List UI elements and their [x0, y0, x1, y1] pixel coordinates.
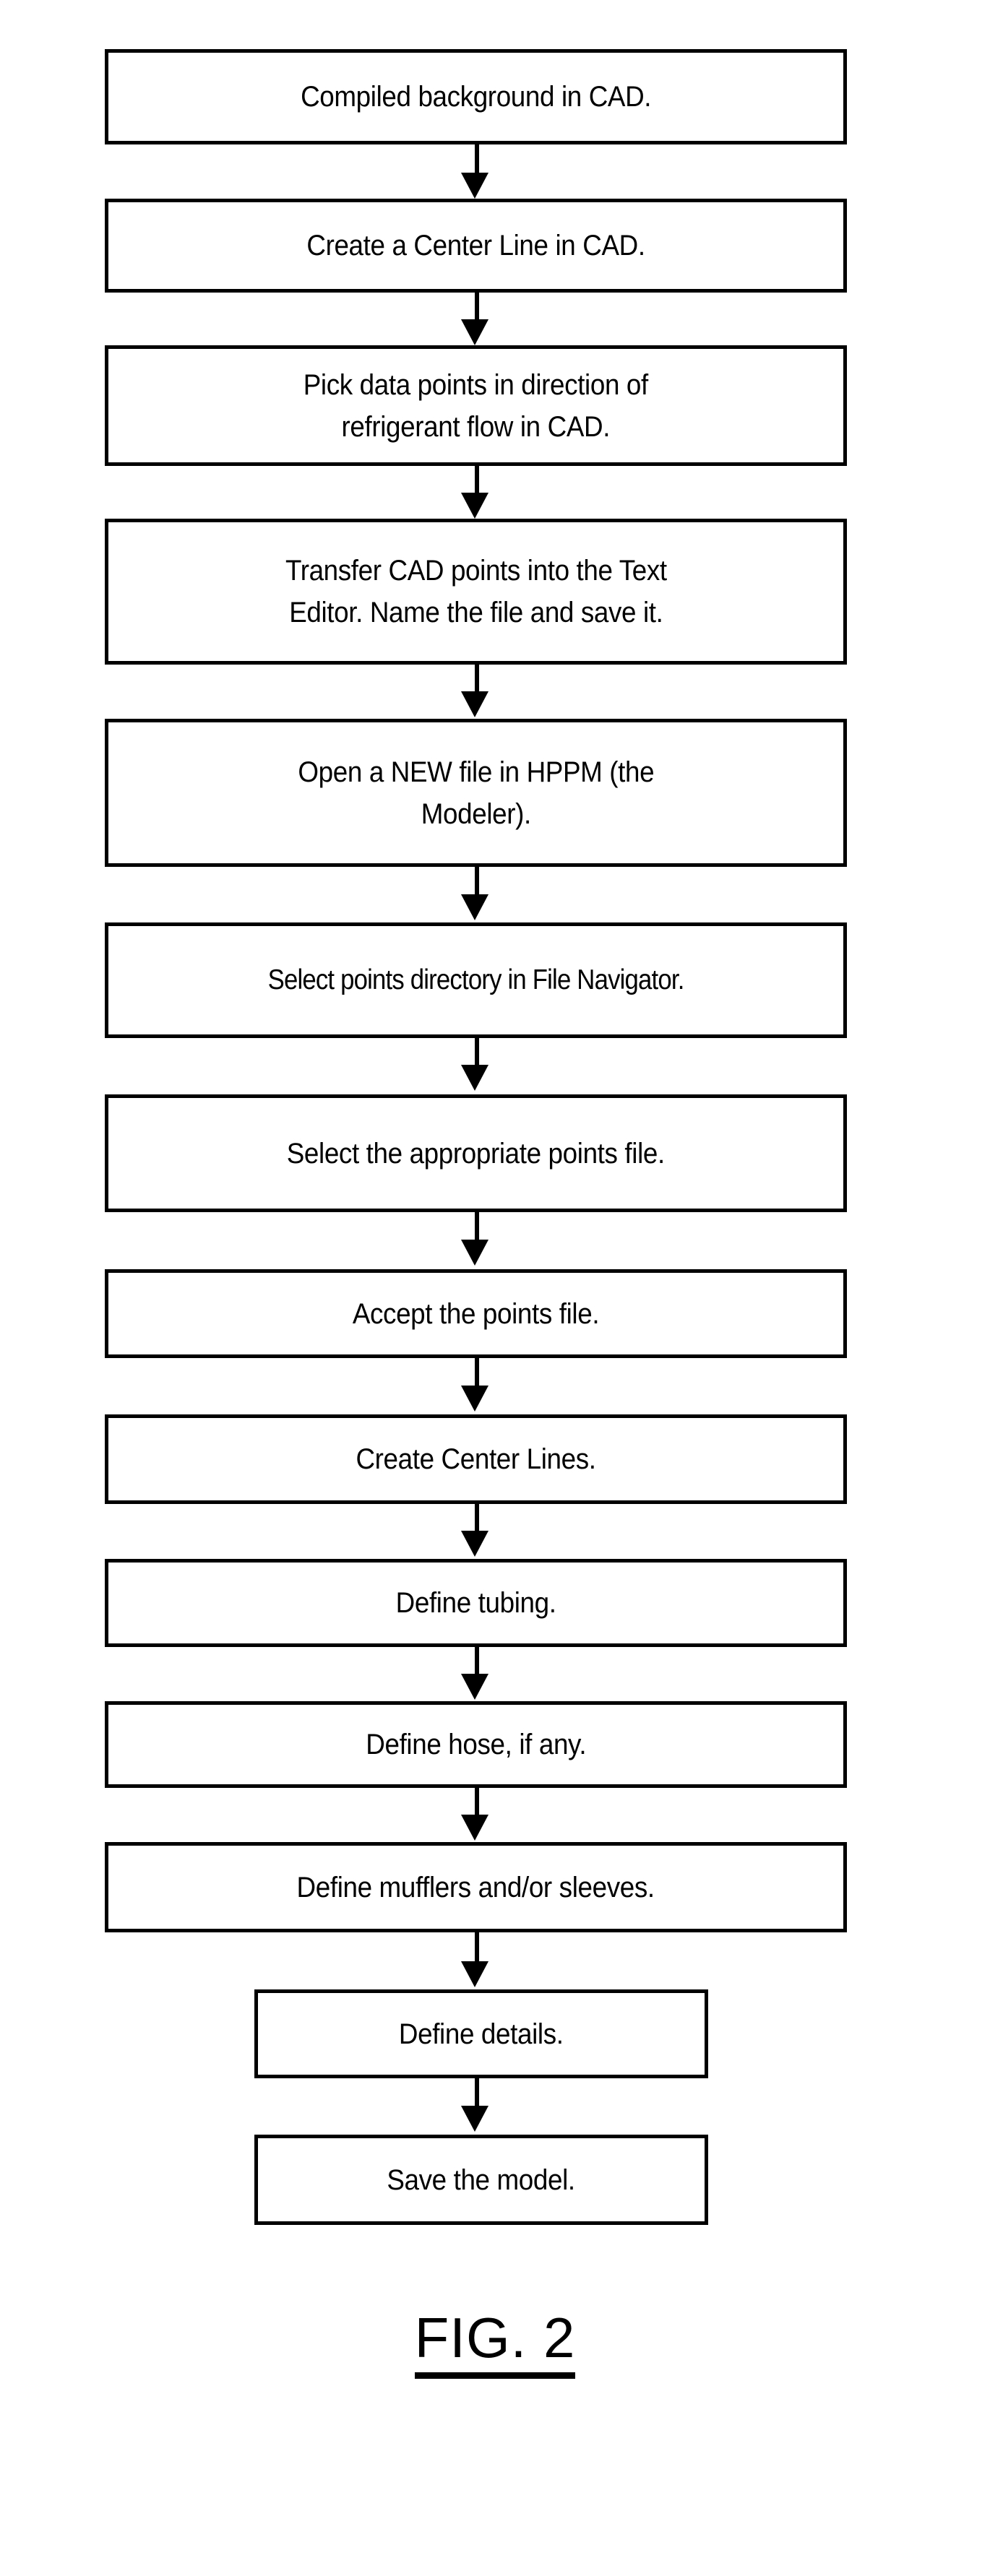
flow-node-step-4: Transfer CAD points into the Text Editor…: [105, 519, 847, 665]
arrowhead-12: [461, 1961, 488, 1987]
arrowhead-7: [461, 1240, 488, 1266]
flow-node-step-11: Define hose, if any.: [105, 1701, 847, 1788]
arrowhead-2: [461, 319, 488, 345]
connector-line-5: [475, 867, 479, 897]
flow-node-step-12: Define mufflers and/or sleeves.: [105, 1842, 847, 1932]
connector-line-6: [475, 1038, 479, 1068]
flow-node-label: Create a Center Line in CAD.: [306, 230, 645, 262]
flow-node-step-1: Compiled background in CAD.: [105, 49, 847, 144]
connector-line-13: [475, 2078, 479, 2109]
flow-node-label: Create Center Lines.: [356, 1443, 596, 1475]
flow-node-label: Define tubing.: [395, 1587, 556, 1619]
arrowhead-11: [461, 1815, 488, 1841]
arrowhead-5: [461, 894, 488, 920]
connector-line-7: [475, 1212, 479, 1242]
arrowhead-6: [461, 1065, 488, 1091]
connector-line-9: [475, 1504, 479, 1534]
flow-node-step-7: Select the appropriate points file.: [105, 1094, 847, 1212]
flow-node-step-9: Create Center Lines.: [105, 1414, 847, 1504]
arrowhead-1: [461, 173, 488, 199]
connector-line-10: [475, 1647, 479, 1677]
figure-sheet: Compiled background in CAD. Create a Cen…: [0, 0, 990, 2576]
flow-node-label: Define mufflers and/or sleeves.: [296, 1871, 655, 1903]
arrowhead-9: [461, 1531, 488, 1557]
flow-node-label: Save the model.: [387, 2164, 576, 2196]
flow-node-label: Open a NEW file in HPPM (the Modeler).: [298, 756, 654, 830]
flow-node-step-14: Save the model.: [254, 2135, 708, 2225]
figure-caption-text: FIG. 2: [414, 2308, 576, 2379]
flow-node-label: Pick data points in direction of refrige…: [303, 368, 649, 443]
flow-node-step-10: Define tubing.: [105, 1559, 847, 1647]
connector-line-3: [475, 466, 479, 496]
flow-node-label: Accept the points file.: [352, 1297, 600, 1330]
flow-node-label: Select the appropriate points file.: [286, 1137, 666, 1170]
connector-line-2: [475, 293, 479, 323]
flow-node-step-8: Accept the points file.: [105, 1269, 847, 1358]
flow-node-step-13: Define details.: [254, 1989, 708, 2078]
connector-line-8: [475, 1358, 479, 1388]
flow-node-label: Define hose, if any.: [366, 1729, 586, 1760]
arrowhead-8: [461, 1386, 488, 1412]
flow-node-step-6: Select points directory in File Navigato…: [105, 922, 847, 1038]
connector-line-11: [475, 1788, 479, 1818]
flow-node-label: Transfer CAD points into the Text Editor…: [285, 555, 667, 628]
figure-caption: FIG. 2: [0, 2308, 990, 2379]
flow-node-step-2: Create a Center Line in CAD.: [105, 199, 847, 293]
flow-node-step-3: Pick data points in direction of refrige…: [105, 345, 847, 466]
arrowhead-4: [461, 691, 488, 717]
arrowhead-3: [461, 493, 488, 519]
flow-node-label: Compiled background in CAD.: [300, 81, 652, 113]
arrowhead-13: [461, 2106, 488, 2132]
flow-node-label: Select points directory in File Navigato…: [267, 964, 685, 995]
connector-line-4: [475, 665, 479, 694]
flow-node-step-5: Open a NEW file in HPPM (the Modeler).: [105, 719, 847, 867]
arrowhead-10: [461, 1674, 488, 1700]
connector-line-12: [475, 1932, 479, 1963]
flow-node-label: Define details.: [399, 2018, 564, 2050]
